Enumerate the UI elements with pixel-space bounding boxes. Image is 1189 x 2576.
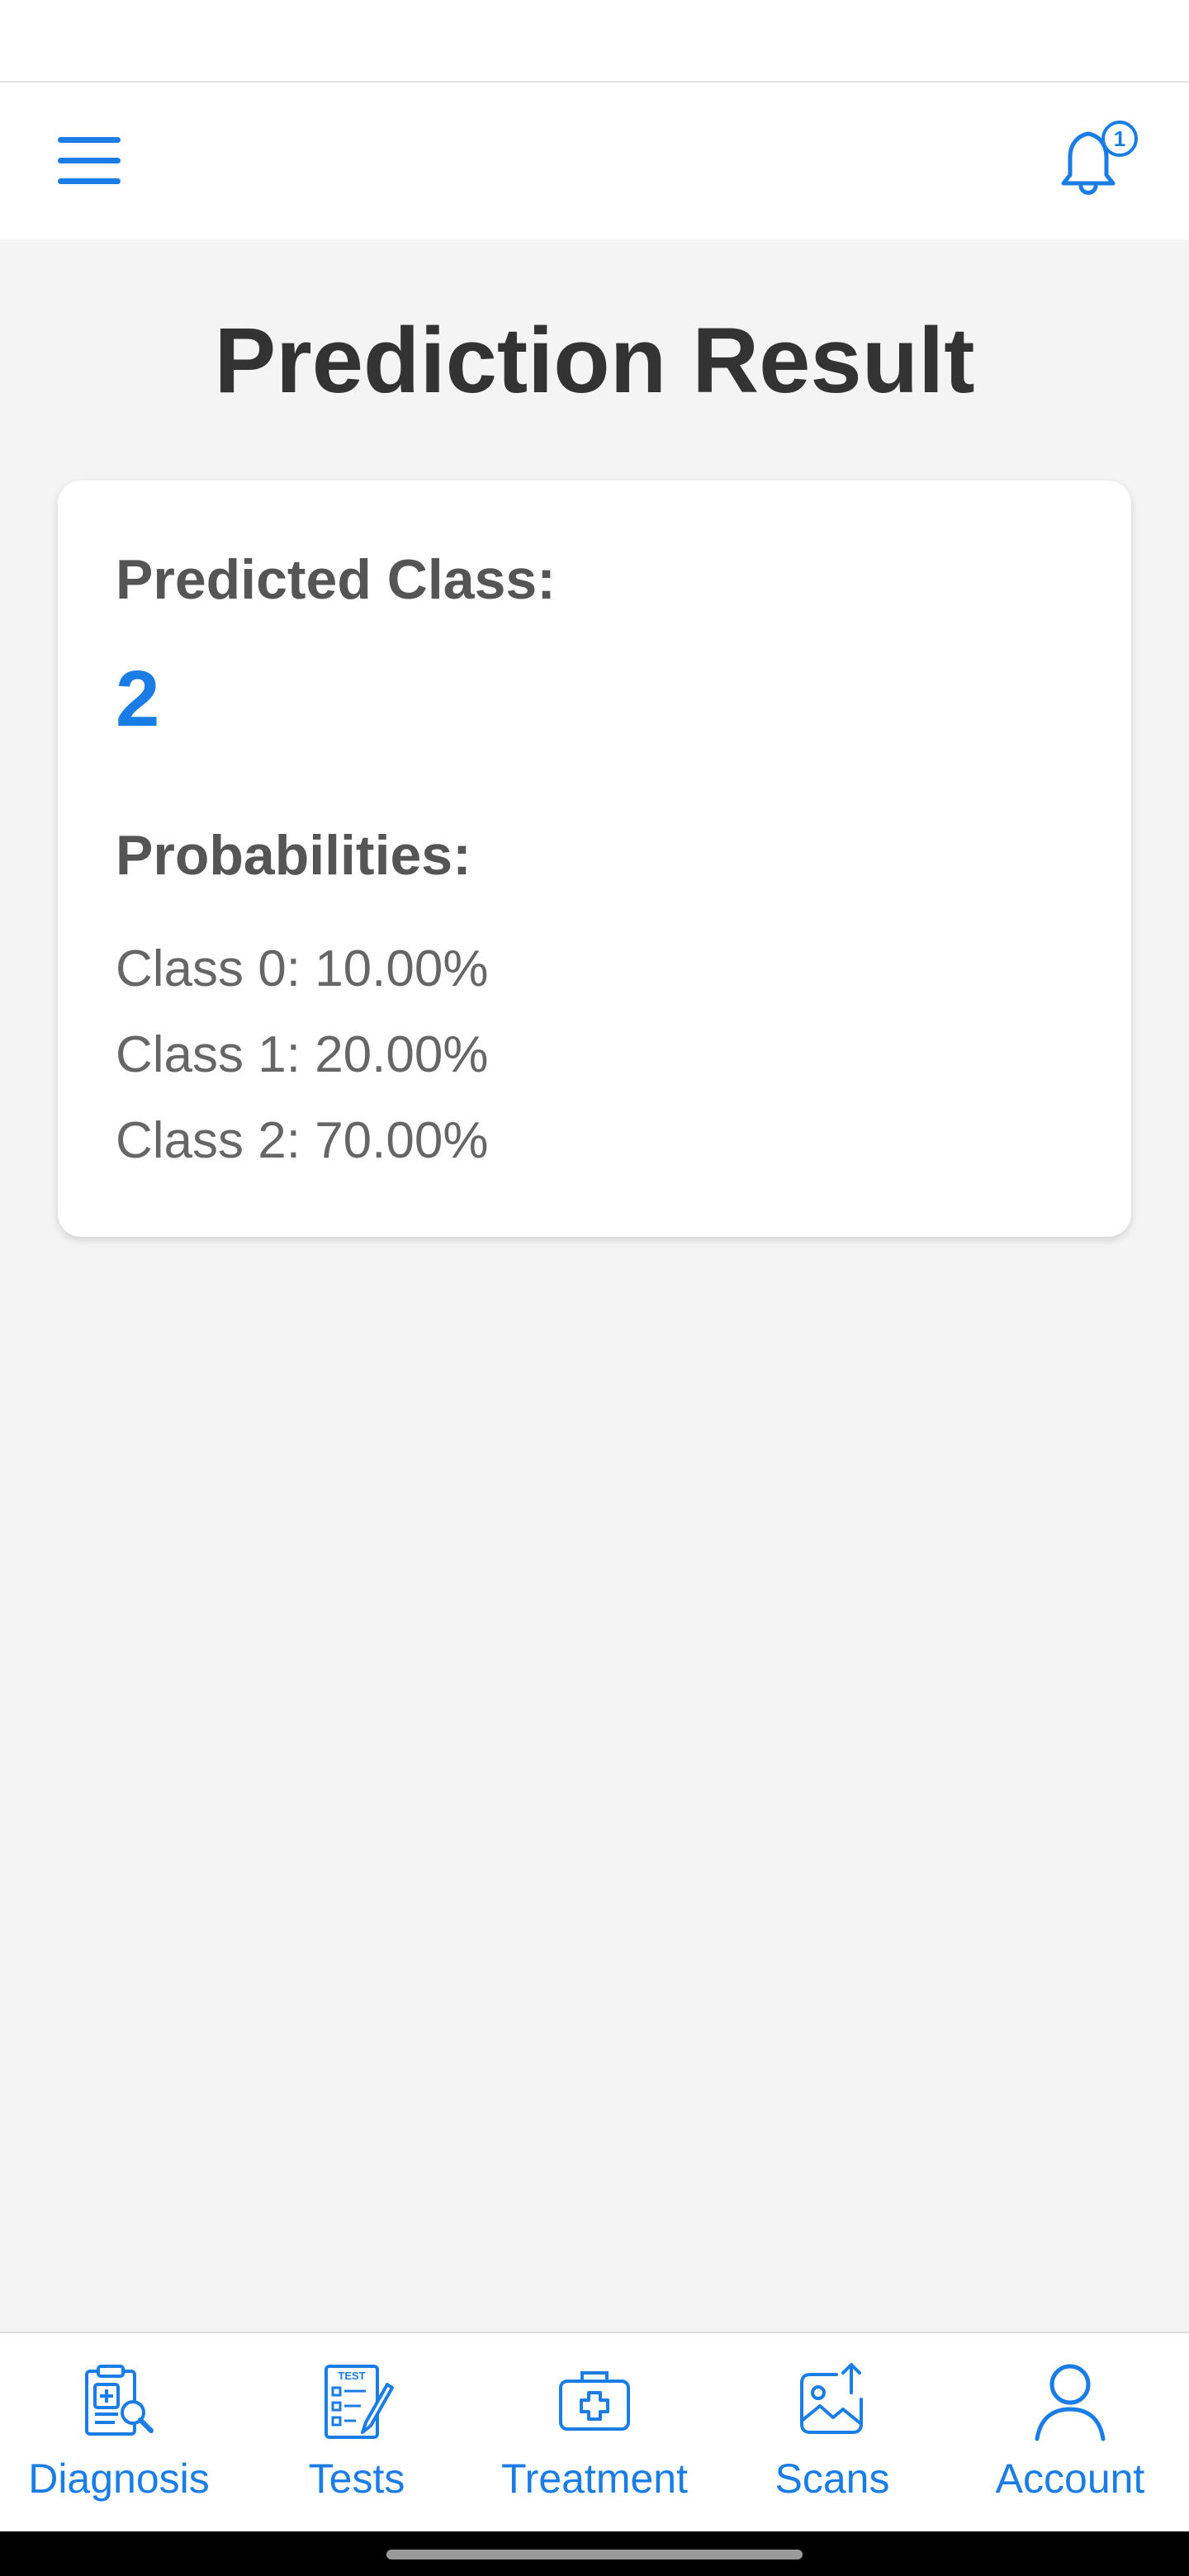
probability-item: Class 1: 20.00% xyxy=(116,1026,489,1083)
nav-label-treatment: Treatment xyxy=(500,2455,688,2502)
prediction-result-card: Predicted Class: 2 Probabilities: Class … xyxy=(58,481,1131,1237)
image-upload-icon xyxy=(800,2363,863,2434)
page-title: Prediction Result xyxy=(214,309,975,412)
predicted-class-label: Predicted Class: xyxy=(116,548,556,611)
nav-item-tests[interactable]: TEST Tests xyxy=(238,2333,476,2533)
probability-item: Class 2: 70.00% xyxy=(116,1112,489,1169)
status-bar xyxy=(0,0,1189,83)
menu-button[interactable] xyxy=(56,132,126,190)
probabilities-list: Class 0: 10.00% Class 1: 20.00% Class 2:… xyxy=(116,926,488,1184)
app-header: 1 xyxy=(0,83,1189,239)
medical-kit-icon xyxy=(559,2371,630,2431)
system-navigation-bar xyxy=(0,2531,1189,2576)
nav-item-scans[interactable]: Scans xyxy=(713,2333,951,2533)
nav-label-account: Account xyxy=(995,2455,1145,2502)
probability-item: Class 0: 10.00% xyxy=(116,940,489,997)
hamburger-menu-icon xyxy=(58,137,121,184)
nav-label-tests: Tests xyxy=(308,2455,405,2502)
home-indicator[interactable] xyxy=(386,2550,803,2559)
nav-item-diagnosis[interactable]: Diagnosis xyxy=(0,2333,238,2533)
probabilities-label: Probabilities: xyxy=(116,824,471,887)
notifications-button[interactable]: 1 xyxy=(1052,121,1144,203)
user-icon xyxy=(1035,2364,1106,2441)
predicted-class-value: 2 xyxy=(116,655,160,743)
nav-label-scans: Scans xyxy=(775,2455,890,2502)
nav-item-treatment[interactable]: Treatment xyxy=(476,2333,713,2533)
test-checklist-icon: TEST xyxy=(324,2365,394,2439)
clipboard-search-icon xyxy=(85,2365,154,2436)
svg-text:TEST: TEST xyxy=(338,2370,365,2382)
nav-item-account[interactable]: Account xyxy=(951,2333,1189,2533)
bell-icon: 1 xyxy=(1061,121,1138,195)
bottom-navigation: Diagnosis TEST Tests Treatment Scans Acc… xyxy=(0,2332,1189,2533)
notification-count-badge: 1 xyxy=(1114,126,1125,151)
nav-label-diagnosis: Diagnosis xyxy=(28,2455,210,2502)
